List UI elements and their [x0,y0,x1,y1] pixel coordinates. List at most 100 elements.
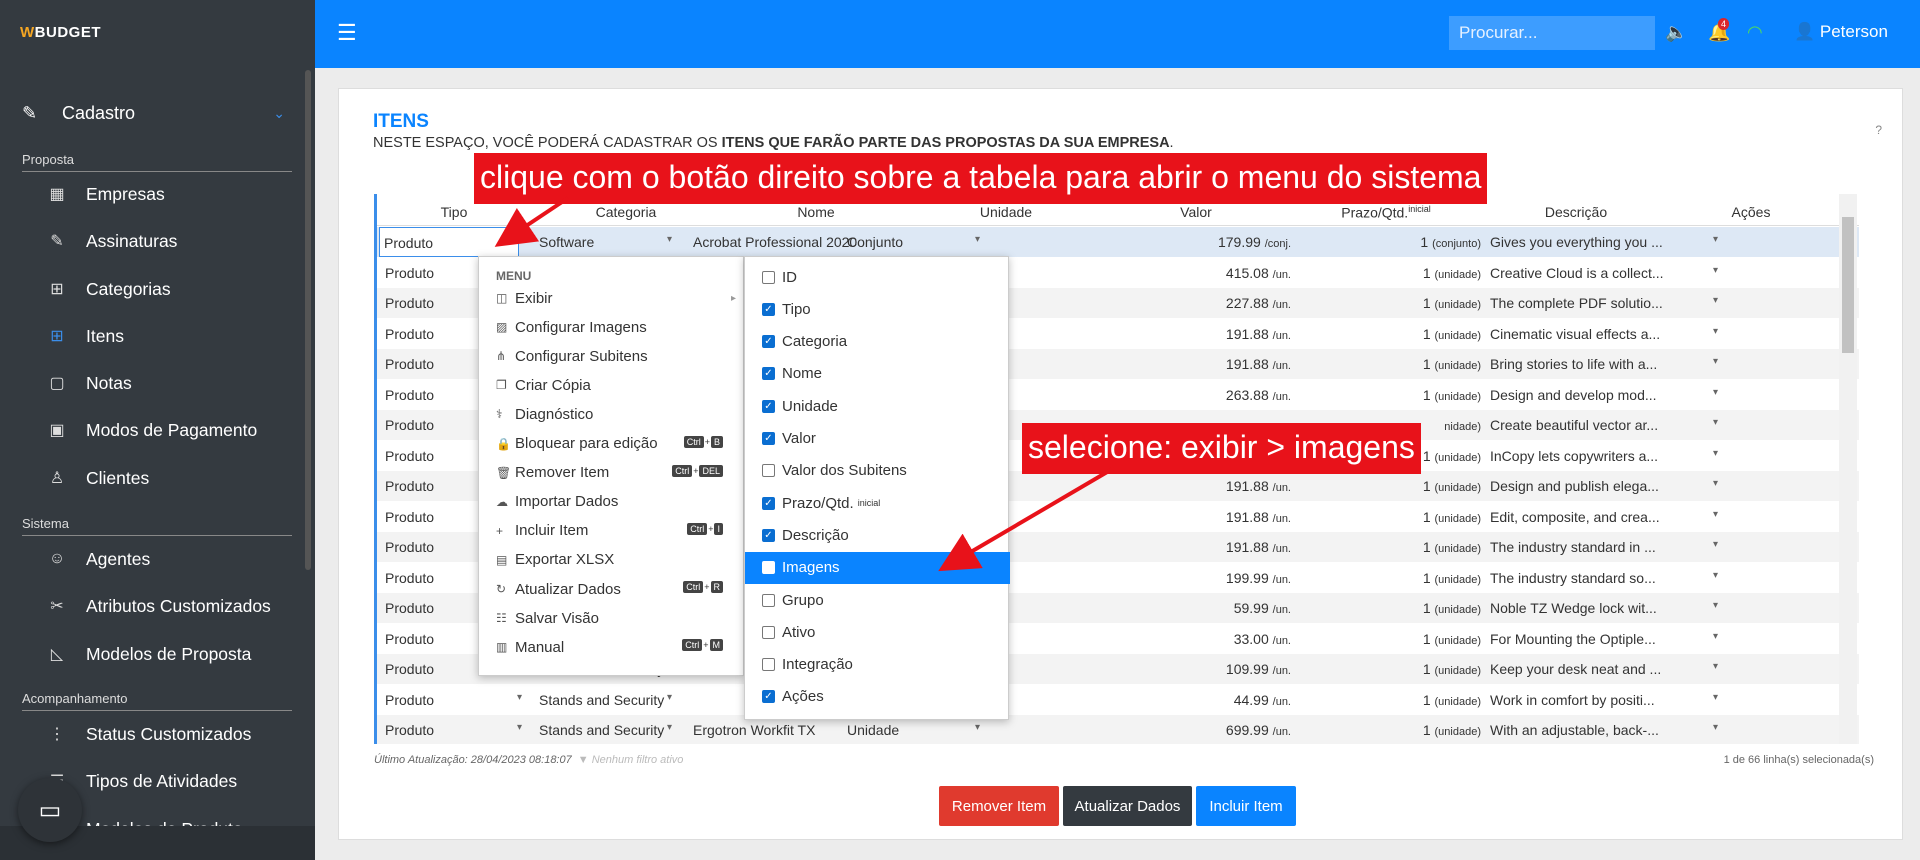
menu-item-remover-item[interactable]: 🗑 Remover Item Ctrl + DEL [496,462,736,484]
remove-item-button[interactable]: Remover Item [939,786,1059,826]
column-header-unidade[interactable]: Unidade [911,204,1101,220]
menu-item-importar-dados[interactable]: ☁ Importar Dados [496,491,736,513]
column-toggle-descrição[interactable]: ✓ Descrição [745,519,1010,551]
sidebar-scrollbar[interactable] [305,70,311,570]
sidebar-cadastro[interactable]: ✎ Cadastro ⌄ [0,96,315,130]
menu-item-configurar-imagens[interactable]: ▨ Configurar Imagens [496,316,736,338]
checkbox[interactable] [762,593,775,607]
checkbox[interactable]: ✓ [762,528,775,542]
refresh-data-button[interactable]: Atualizar Dados [1063,786,1192,826]
column-toggle-unidade[interactable]: ✓ Unidade [745,390,1010,422]
column-toggle-imagens[interactable]: Imagens [745,551,1010,584]
column-toggle-categoria[interactable]: ✓ Categoria [745,326,1010,358]
menu-item-atualizar-dados[interactable]: ↻ Atualizar Dados Ctrl + R [496,578,736,600]
sidebar-item-categorias[interactable]: ⊞ Categorias [0,269,300,309]
table-scrollbar-thumb[interactable] [1842,217,1854,353]
actions-dropdown-icon[interactable]: ▾ [1713,265,1718,276]
column-toggle-prazoqtd[interactable]: ✓ Prazo/Qtd. inicial [745,487,1010,519]
actions-dropdown-icon[interactable]: ▾ [1713,722,1718,733]
column-toggle-ativo[interactable]: Ativo [745,616,1010,648]
sidebar-item-modos-de-pagamento[interactable]: ▣ Modos de Pagamento [0,410,300,450]
checkbox[interactable]: ✓ [762,399,775,413]
unidade-dropdown-icon[interactable]: ▾ [975,234,980,245]
volume-icon[interactable]: 🔈 [1665,22,1687,43]
column-header-ações[interactable]: Ações [1671,204,1831,220]
column-toggle-nome[interactable]: ✓ Nome [745,358,1010,390]
categoria-dropdown-icon[interactable]: ▾ [667,692,672,703]
tipo-dropdown-icon[interactable]: ▾ [517,722,522,733]
checkbox[interactable] [762,464,775,478]
sidebar-item-assinaturas[interactable]: ✎ Assinaturas [0,221,300,261]
sidebar-item-atributos-customizados[interactable]: ✂ Atributos Customizados [0,586,300,626]
checkbox[interactable] [762,625,775,639]
actions-dropdown-icon[interactable]: ▾ [1713,692,1718,703]
actions-dropdown-icon[interactable]: ▾ [1713,539,1718,550]
checkbox[interactable] [762,658,775,672]
table-row[interactable]: Produto Stands and Security 44.99 /un. 1 (u… [377,685,1859,715]
column-toggle-id[interactable]: ID [745,261,1010,293]
actions-dropdown-icon[interactable]: ▾ [1713,570,1718,581]
tipo-dropdown-icon[interactable]: ▾ [517,234,522,245]
column-toggle-valordossubitens[interactable]: Valor dos Subitens [745,455,1010,487]
checkbox[interactable]: ✓ [762,496,775,510]
column-toggle-ações[interactable]: ✓ Ações [745,681,1010,713]
menu-item-diagnóstico[interactable]: ⚕ Diagnóstico [496,403,736,425]
checkbox[interactable] [762,270,775,284]
column-header-prazoqtd[interactable]: Prazo/Qtd.inicial [1291,204,1481,221]
sidebar-item-empresas[interactable]: ▦ Empresas [0,174,300,214]
column-header-valor[interactable]: Valor [1101,204,1291,220]
actions-dropdown-icon[interactable]: ▾ [1713,234,1718,245]
actions-dropdown-icon[interactable]: ▾ [1713,478,1718,489]
checkbox[interactable]: ✓ [762,367,775,381]
sidebar-item-itens[interactable]: ⊞ Itens [0,316,300,356]
categoria-dropdown-icon[interactable]: ▾ [667,234,672,245]
sidebar-item-clientes[interactable]: ♙ Clientes [0,458,300,498]
actions-dropdown-icon[interactable]: ▾ [1713,387,1718,398]
column-toggle-tipo[interactable]: ✓ Tipo [745,293,1010,325]
column-header-nome[interactable]: Nome [721,204,911,220]
sidebar-item-modelos-de-proposta[interactable]: ◺ Modelos de Proposta [0,634,300,674]
search-input[interactable] [1449,16,1655,50]
menu-item-incluir-item[interactable]: + Incluir Item Ctrl + I [496,520,736,542]
menu-item-bloquear-para-edição[interactable]: 🔒 Bloquear para edição Ctrl + B [496,433,736,455]
actions-dropdown-icon[interactable]: ▾ [1713,661,1718,672]
menu-item-manual[interactable]: ▥ Manual Ctrl + M [496,636,736,658]
actions-dropdown-icon[interactable]: ▾ [1713,417,1718,428]
actions-dropdown-icon[interactable]: ▾ [1713,600,1718,611]
checkbox[interactable] [762,561,775,575]
column-toggle-integração[interactable]: Integração [745,649,1010,681]
help-icon[interactable]: ? [1875,123,1882,137]
checkbox[interactable]: ✓ [762,335,775,349]
add-item-button[interactable]: Incluir Item [1196,786,1296,826]
brand-logo[interactable]: WBUDGET [20,24,101,41]
categoria-dropdown-icon[interactable]: ▾ [667,722,672,733]
actions-dropdown-icon[interactable]: ▾ [1713,326,1718,337]
actions-dropdown-icon[interactable]: ▾ [1713,448,1718,459]
menu-item-configurar-subitens[interactable]: ⋔ Configurar Subitens [496,345,736,367]
column-header-tipo[interactable]: Tipo [377,204,531,220]
tipo-dropdown-icon[interactable]: ▾ [517,692,522,703]
column-toggle-valor[interactable]: ✓ Valor [745,423,1010,455]
menu-item-exportar-xlsx[interactable]: ▤ Exportar XLSX [496,549,736,571]
checkbox[interactable]: ✓ [762,690,775,704]
table-row[interactable]: Produto Stands and Security Ergotron Workf… [377,715,1859,744]
column-header-categoria[interactable]: Categoria [531,204,721,220]
checkbox[interactable]: ✓ [762,432,775,445]
actions-dropdown-icon[interactable]: ▾ [1713,295,1718,306]
menu-item-exibir[interactable]: ◫ Exibir ▸ [496,287,736,309]
actions-dropdown-icon[interactable]: ▾ [1713,509,1718,520]
unidade-dropdown-icon[interactable]: ▾ [975,722,980,733]
user-menu[interactable]: 👤 Peterson [1794,22,1888,42]
sidebar-item-agentes[interactable]: ☺ Agentes [0,539,300,579]
menu-toggle-icon[interactable]: ☰ [337,20,357,46]
menu-item-salvar-visão[interactable]: ☷ Salvar Visão [496,607,736,629]
checkbox[interactable]: ✓ [762,302,775,316]
column-toggle-grupo[interactable]: Grupo [745,584,1010,616]
table-row[interactable]: Produto Software Acrobat Professional 2020… [377,227,1859,257]
chat-button[interactable]: ▭ [18,778,82,842]
sidebar-item-status-customizados[interactable]: ⋮ Status Customizados [0,714,300,754]
menu-item-criar-cópia[interactable]: ❐ Criar Cópia [496,374,736,396]
actions-dropdown-icon[interactable]: ▾ [1713,631,1718,642]
column-header-descrição[interactable]: Descrição [1481,204,1671,220]
actions-dropdown-icon[interactable]: ▾ [1713,356,1718,367]
